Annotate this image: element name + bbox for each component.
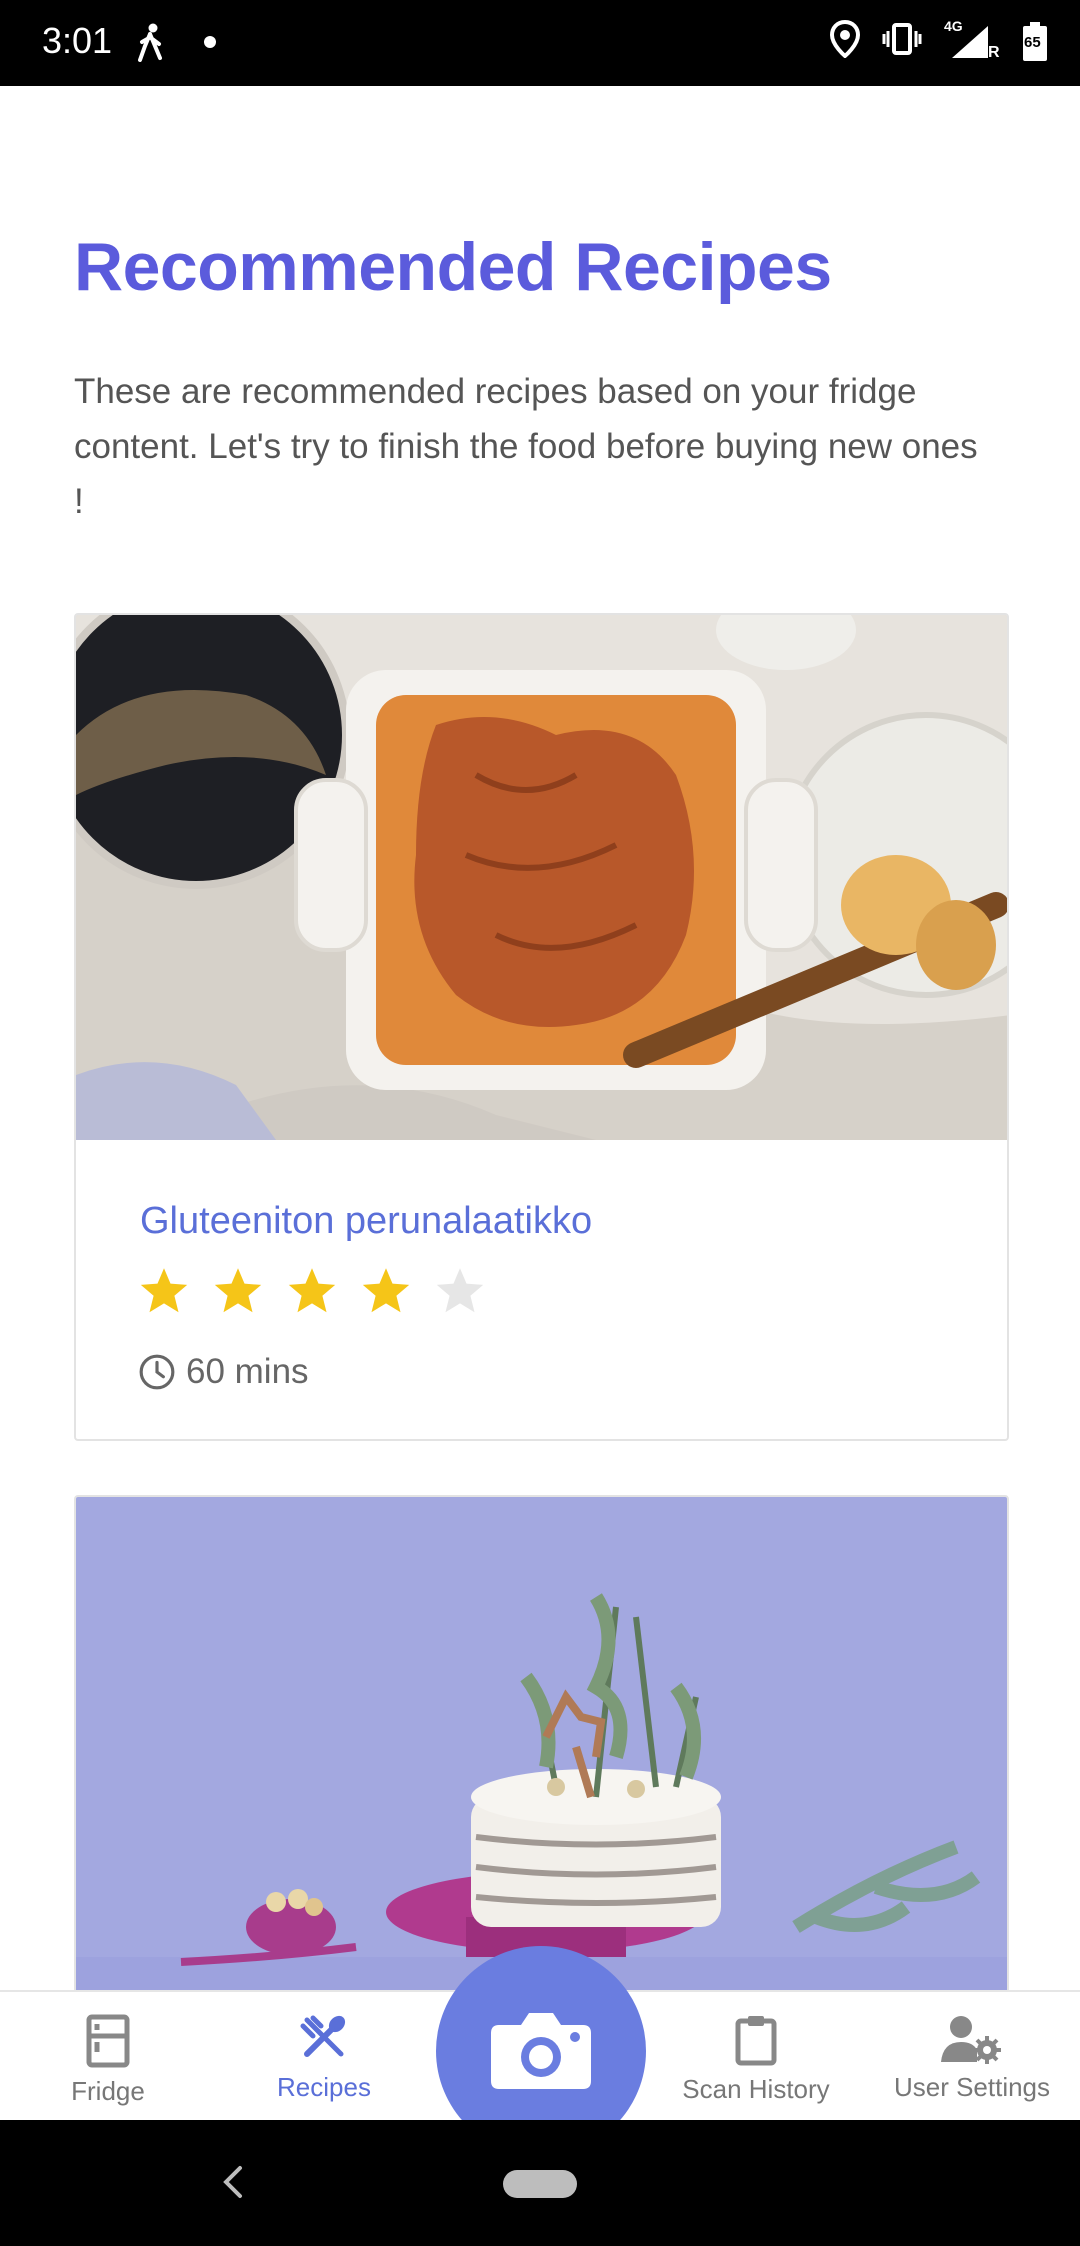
signal-icon: 4G R [944,18,1000,62]
nav-item-scan-history[interactable]: Scan History [648,1992,864,2122]
recipe-duration-text: 60 mins [186,1352,309,1391]
fridge-icon [86,2014,130,2068]
location-icon [829,19,861,63]
nav-label-scan-history: Scan History [682,2074,830,2104]
system-navigation-bar [0,2120,1080,2246]
status-bar: 3:01 4G R 65 [0,0,1080,86]
utensils-icon [300,2015,346,2057]
home-pill[interactable] [503,2170,577,2198]
nav-label-recipes: Recipes [277,2072,371,2102]
battery-level: 65 [1024,33,1041,51]
star-filled-icon [288,1268,336,1313]
camera-icon [491,2013,591,2089]
recipe-image [76,615,1007,1140]
clipboard-icon [735,2016,777,2066]
recipe-duration: 60 mins [138,1352,309,1392]
nav-item-user-settings[interactable]: User Settings [864,1992,1080,2122]
recipe-title[interactable]: Gluteeniton perunalaatikko [140,1200,592,1243]
status-icons: 4G R 65 [829,18,1048,63]
clock-icon [139,1354,175,1390]
star-filled-icon [214,1268,262,1313]
back-icon[interactable] [218,2162,248,2207]
nav-item-recipes[interactable]: Recipes [216,1992,432,2122]
nav-item-fridge[interactable]: Fridge [0,1992,216,2122]
star-filled-icon [140,1268,188,1313]
page-description: These are recommended recipes based on y… [74,372,978,521]
vibrate-icon [882,22,922,61]
nav-label-user-settings: User Settings [893,2072,1051,2102]
star-filled-icon [362,1268,410,1313]
notification-dot-icon [204,36,216,48]
page-title: Recommended Recipes [74,229,832,305]
recipe-card[interactable]: Gluteeniton perunalaatikko 60 mins [74,613,1009,1441]
star-empty-icon [436,1268,484,1313]
user-gear-icon [941,2016,1001,2064]
roaming-label: R [988,43,1000,61]
nav-label-fridge: Fridge [71,2076,145,2106]
battery-icon: 65 [1022,21,1048,62]
activity-walk-icon [136,22,166,67]
status-time: 3:01 [42,20,113,61]
rating-stars [138,1265,486,1317]
